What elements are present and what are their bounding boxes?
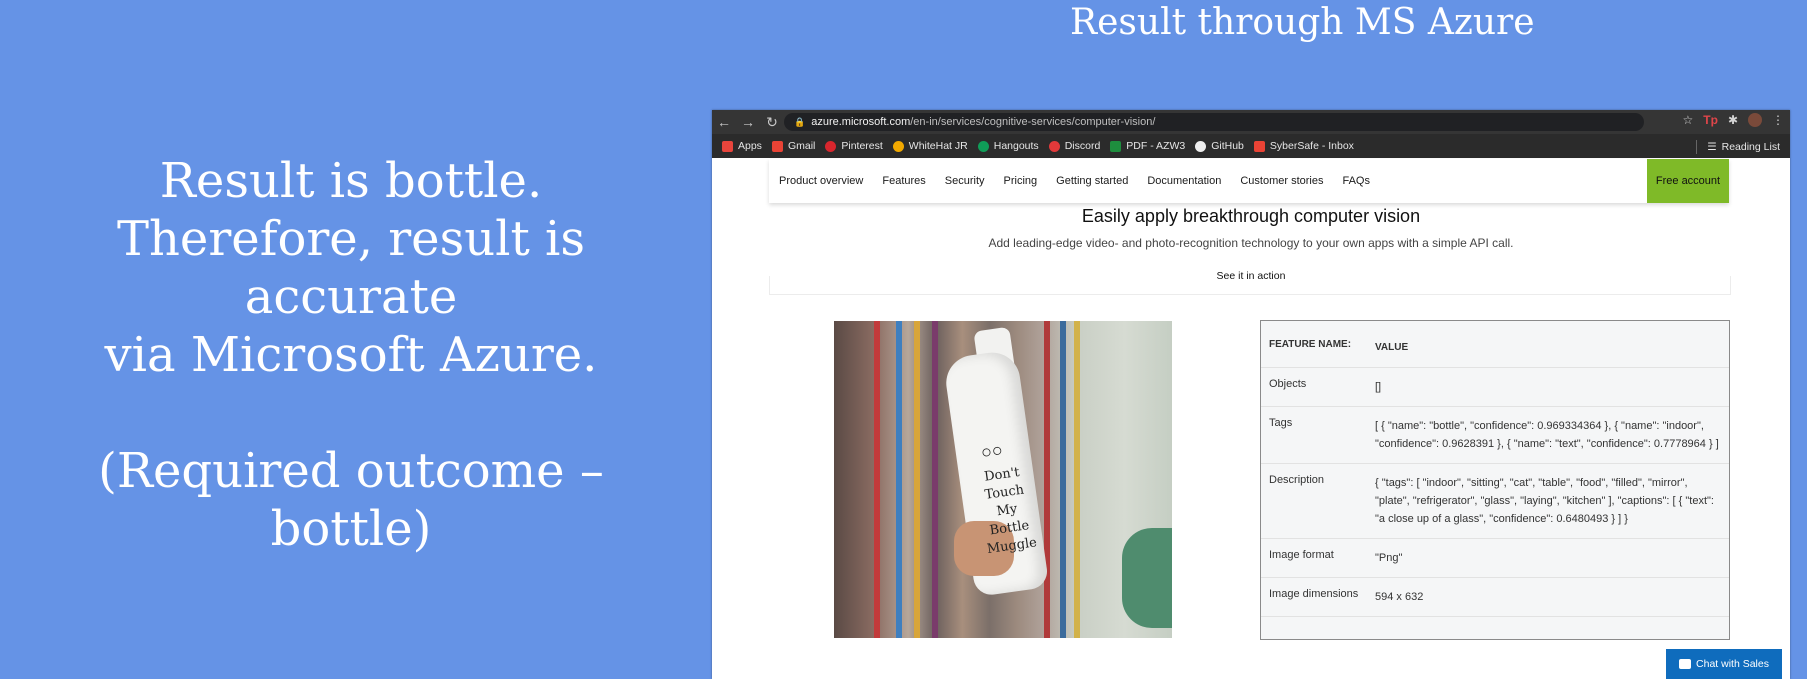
github-icon (1195, 140, 1207, 152)
bookmark-pinterest[interactable]: Pinterest (825, 140, 883, 152)
slide-text-line: Therefore, result is accurate (117, 211, 585, 325)
slide-text-line: bottle) (270, 501, 432, 557)
nav-customer-stories[interactable]: Customer stories (1240, 175, 1323, 187)
nav-pricing[interactable]: Pricing (1004, 175, 1038, 187)
see-in-action-label: See it in action (712, 270, 1790, 282)
browser-toolbar: ← → ↻ 🔒 azure.microsoft.com /en-in/servi… (712, 110, 1790, 134)
extension-icon[interactable]: Tp (1703, 113, 1718, 127)
slide-text-line: Result is bottle. (159, 153, 543, 209)
hero-subtitle: Add leading-edge video- and photo-recogn… (988, 236, 1514, 250)
table-row: Description { "tags": [ "indoor", "sitti… (1261, 464, 1729, 539)
discord-icon (1048, 140, 1060, 152)
url-host: azure.microsoft.com (811, 116, 911, 128)
gmail-icon (1253, 140, 1265, 152)
url-path: /en-in/services/cognitive-services/compu… (910, 116, 1156, 128)
nav-security[interactable]: Security (945, 175, 985, 187)
glasses-drawing-icon: ○○ (979, 439, 1004, 463)
hangouts-icon (977, 140, 989, 152)
menu-icon[interactable]: ⋮ (1772, 113, 1784, 127)
browser-window: ← → ↻ 🔒 azure.microsoft.com /en-in/servi… (712, 110, 1790, 679)
bookmark-pdf[interactable]: PDF - AZW3 (1110, 140, 1185, 152)
star-icon[interactable]: ☆ (1683, 113, 1694, 127)
slide-text-line: via Microsoft Azure. (104, 327, 598, 383)
chat-icon (1679, 659, 1692, 669)
table-row: Objects [] (1261, 368, 1729, 407)
puzzle-icon[interactable]: ✱ (1728, 113, 1738, 127)
toolbar-actions: ☆ Tp ✱ ⋮ (1683, 113, 1784, 127)
table-row: Image dimensions 594 x 632 (1261, 578, 1729, 617)
pinterest-icon (825, 140, 837, 152)
nav-product-overview[interactable]: Product overview (779, 175, 863, 187)
bottle-text: Don't Touch My Bottle Muggle (983, 464, 1038, 558)
results-table: FEATURE NAME: VALUE Objects [] Tags [ { … (1260, 320, 1730, 640)
pdf-icon (1110, 140, 1122, 152)
whitehat-icon (892, 140, 904, 152)
bookmark-gmail[interactable]: Gmail (771, 140, 815, 152)
bookmarks-bar: Apps Gmail Pinterest WhiteHat JR Hangout… (712, 134, 1790, 158)
page-content: Product overview Features Security Prici… (712, 158, 1790, 679)
bookmark-whitehat[interactable]: WhiteHat JR (892, 140, 968, 152)
address-bar[interactable]: 🔒 azure.microsoft.com /en-in/services/co… (784, 113, 1644, 131)
bookmark-github[interactable]: GitHub (1195, 140, 1244, 152)
nav-getting-started[interactable]: Getting started (1056, 175, 1128, 187)
bookmark-hangouts[interactable]: Hangouts (977, 140, 1039, 152)
apps-grid-icon (722, 140, 733, 152)
hero-title: Easily apply breakthrough computer visio… (1081, 206, 1421, 226)
avatar[interactable] (1748, 113, 1762, 127)
gmail-icon (771, 140, 783, 152)
nav-features[interactable]: Features (882, 175, 925, 187)
table-row: Image format "Png" (1261, 539, 1729, 578)
nav-faqs[interactable]: FAQs (1342, 175, 1370, 187)
slide-body-text: Result is bottle. Therefore, result is a… (10, 152, 692, 558)
analyzed-image: ○○ Don't Touch My Bottle Muggle (834, 321, 1172, 638)
table-header: FEATURE NAME: VALUE (1261, 321, 1729, 368)
free-account-button[interactable]: Free account (1647, 159, 1729, 203)
site-nav: Product overview Features Security Prici… (769, 159, 1729, 203)
lock-icon: 🔒 (794, 116, 806, 127)
slide-text-line: (Required outcome – (98, 443, 604, 499)
bookmark-apps[interactable]: Apps (722, 140, 762, 152)
back-icon[interactable]: ← (712, 114, 736, 130)
bookmark-sybersafe[interactable]: SyberSafe - Inbox (1253, 140, 1354, 152)
reading-list-icon: ☰ (1707, 141, 1717, 153)
chat-with-sales-button[interactable]: Chat with Sales (1666, 649, 1782, 679)
nav-documentation[interactable]: Documentation (1147, 175, 1221, 187)
reload-icon[interactable]: ↻ (760, 114, 784, 131)
table-row: Tags [ { "name": "bottle", "confidence":… (1261, 407, 1729, 464)
bookmark-discord[interactable]: Discord (1048, 140, 1100, 152)
forward-icon[interactable]: → (736, 114, 760, 130)
reading-list[interactable]: ☰ Reading List (1696, 140, 1780, 154)
slide-title: Result through MS Azure (1070, 2, 1535, 43)
